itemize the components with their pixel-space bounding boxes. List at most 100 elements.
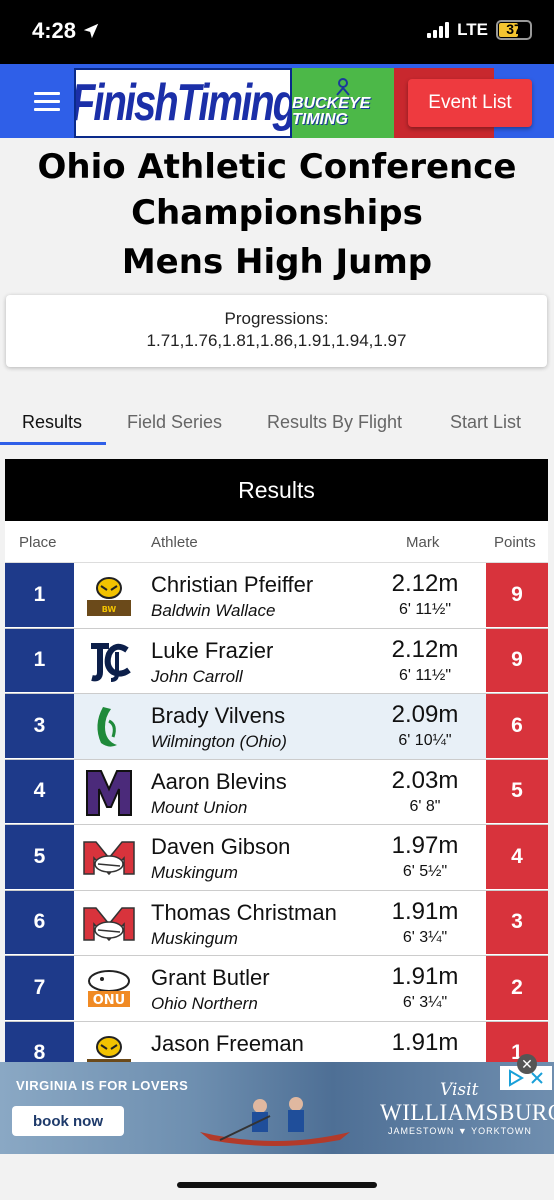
book-now-button[interactable]: book now	[12, 1106, 124, 1136]
tab-start-list[interactable]: Start List	[450, 412, 521, 433]
mark-imperial: 6' 11½"	[398, 601, 452, 618]
muskingum-logo	[81, 899, 137, 949]
place-cell: 6	[5, 890, 74, 955]
mark-imperial: 6' 3¼"	[402, 928, 448, 946]
tab-results-by-flight[interactable]: Results By Flight	[267, 412, 402, 433]
tab-field-series[interactable]: Field Series	[127, 412, 222, 433]
location-arrow-icon	[83, 23, 99, 39]
network-label: LTE	[457, 20, 488, 39]
points-cell: 9	[486, 563, 548, 628]
active-tab-indicator	[0, 442, 106, 445]
bottom-bar	[0, 1154, 554, 1200]
mount-union-logo	[81, 768, 137, 818]
signal-icon	[427, 22, 450, 38]
mark-metric: 1.91m	[391, 897, 459, 925]
event-list-button[interactable]: Event List	[408, 79, 532, 127]
page-title: Ohio Athletic Conference	[37, 147, 517, 187]
mark-metric: 2.09m	[391, 701, 459, 728]
athlete-team: John Carroll	[151, 666, 243, 686]
table-row[interactable]: 1 Luke Frazier John Carroll 2.12m 6' 11½…	[5, 628, 548, 694]
athlete-team: Wilmington (Ohio)	[151, 732, 287, 751]
place-cell: 1	[5, 628, 74, 693]
close-icon[interactable]: ✕	[517, 1054, 537, 1074]
col-mark: Mark	[406, 534, 440, 551]
athlete-team: Ohio Northern	[151, 994, 258, 1013]
points-cell: 5	[486, 759, 548, 824]
athlete-name[interactable]: Christian Pfeiffer	[151, 572, 313, 598]
svg-text:BW: BW	[102, 605, 117, 614]
table-row[interactable]: 5 Daven Gibson Muskingum 1.97m 6' 5½" 4	[5, 825, 548, 891]
points-cell: 4	[486, 825, 548, 890]
results-table: Results Place Athlete Mark Points 1 BW C…	[5, 459, 548, 1069]
table-row[interactable]: 7 ONU Grant Butler Ohio Northern 1.91m 6…	[5, 956, 548, 1022]
col-place: Place	[19, 534, 57, 551]
mark-metric: 2.03m	[391, 766, 459, 794]
mark-metric: 1.91m	[391, 963, 459, 990]
points-cell: 6	[486, 694, 548, 759]
athlete-team: Mount Union	[151, 797, 248, 817]
points-cell: 9	[486, 628, 548, 693]
column-headers: Place Athlete Mark Points	[5, 521, 548, 563]
john-carroll-logo	[81, 637, 137, 687]
buckeye-timing-logo: BUCKEYE TIMING	[292, 68, 394, 138]
place-cell: 3	[5, 694, 74, 759]
site-header: FinishTiming BUCKEYE TIMING Event List	[0, 64, 554, 138]
status-bar: 4:28 LTE 37	[0, 0, 554, 64]
athlete-name[interactable]: Daven Gibson	[151, 834, 290, 860]
battery-icon: 37	[496, 20, 532, 40]
menu-icon[interactable]	[34, 92, 60, 112]
mark-imperial: 6' 10¼"	[398, 732, 452, 749]
place-cell: 4	[5, 759, 74, 824]
place-cell: 5	[5, 825, 74, 890]
table-row[interactable]: 3 Brady Vilvens Wilmington (Ohio) 2.09m …	[5, 694, 548, 760]
athlete-name[interactable]: Grant Butler	[151, 965, 270, 991]
place-cell: 7	[5, 956, 74, 1021]
points-cell: 3	[486, 890, 548, 955]
mark-imperial: 6' 5½"	[402, 863, 448, 880]
athlete-name[interactable]: Brady Vilvens	[151, 703, 285, 729]
finishtiming-logo: FinishTiming	[74, 68, 292, 138]
advertisement[interactable]: VIRGINIA IS FOR LOVERS book now Visit WI…	[0, 1062, 554, 1154]
home-indicator[interactable]	[177, 1182, 377, 1188]
athlete-name[interactable]: Luke Frazier	[151, 638, 273, 664]
ad-slogan: VIRGINIA IS FOR LOVERS	[16, 1078, 189, 1093]
athlete-team: Baldwin Wallace	[151, 601, 276, 620]
tab-bar: Results Field Series Results By Flight S…	[0, 398, 554, 448]
results-header: Results	[5, 459, 548, 521]
status-time: 4:28	[32, 18, 100, 44]
mark-metric: 1.91m	[391, 1028, 459, 1056]
status-indicators: LTE 37	[427, 20, 532, 40]
table-row[interactable]: 4 Aaron Blevins Mount Union 2.03m 6' 8" …	[5, 759, 548, 825]
runner-icon	[336, 78, 350, 96]
col-points: Points	[494, 534, 536, 551]
mark-imperial: 6' 3¼"	[402, 994, 448, 1011]
athlete-name[interactable]: Aaron Blevins	[151, 769, 287, 795]
progressions-values: 1.71,1.76,1.81,1.86,1.91,1.94,1.97	[146, 331, 407, 350]
ad-brand: WILLIAMSBURG	[380, 1100, 554, 1125]
page-title-line2: Championships	[131, 193, 423, 233]
time-text: 4:28	[32, 18, 77, 43]
wilmington-logo	[81, 702, 137, 752]
mark-imperial: 6' 11½"	[398, 666, 452, 684]
mark-metric: 2.12m	[391, 635, 459, 663]
progressions-card: Progressions: 1.71,1.76,1.81,1.86,1.91,1…	[6, 295, 547, 367]
tab-results[interactable]: Results	[22, 412, 82, 433]
ohio-northern-logo: ONU	[81, 964, 137, 1014]
table-row[interactable]: 1 BW Christian Pfeiffer Baldwin Wallace …	[5, 563, 548, 629]
col-athlete: Athlete	[151, 534, 198, 551]
place-cell: 1	[5, 563, 74, 628]
svg-text:ONU: ONU	[93, 993, 126, 1008]
progressions-label: Progressions:	[224, 309, 329, 328]
ad-subtitle: JAMESTOWN ▼ YORKTOWN	[388, 1126, 532, 1136]
athlete-name[interactable]: Thomas Christman	[151, 900, 337, 926]
athlete-name[interactable]: Jason Freeman	[151, 1031, 304, 1057]
mark-imperial: 6' 8"	[409, 797, 441, 815]
points-cell: 2	[486, 956, 548, 1021]
baldwin-wallace-logo: BW	[81, 571, 137, 621]
canoe-image	[200, 1097, 350, 1146]
table-row[interactable]: 6 Thomas Christman Muskingum 1.91m 6' 3¼…	[5, 890, 548, 956]
ad-visit-text: Visit	[440, 1080, 479, 1100]
athlete-team: Muskingum	[151, 863, 238, 882]
mark-metric: 2.12m	[391, 570, 459, 597]
muskingum-logo	[81, 833, 137, 883]
